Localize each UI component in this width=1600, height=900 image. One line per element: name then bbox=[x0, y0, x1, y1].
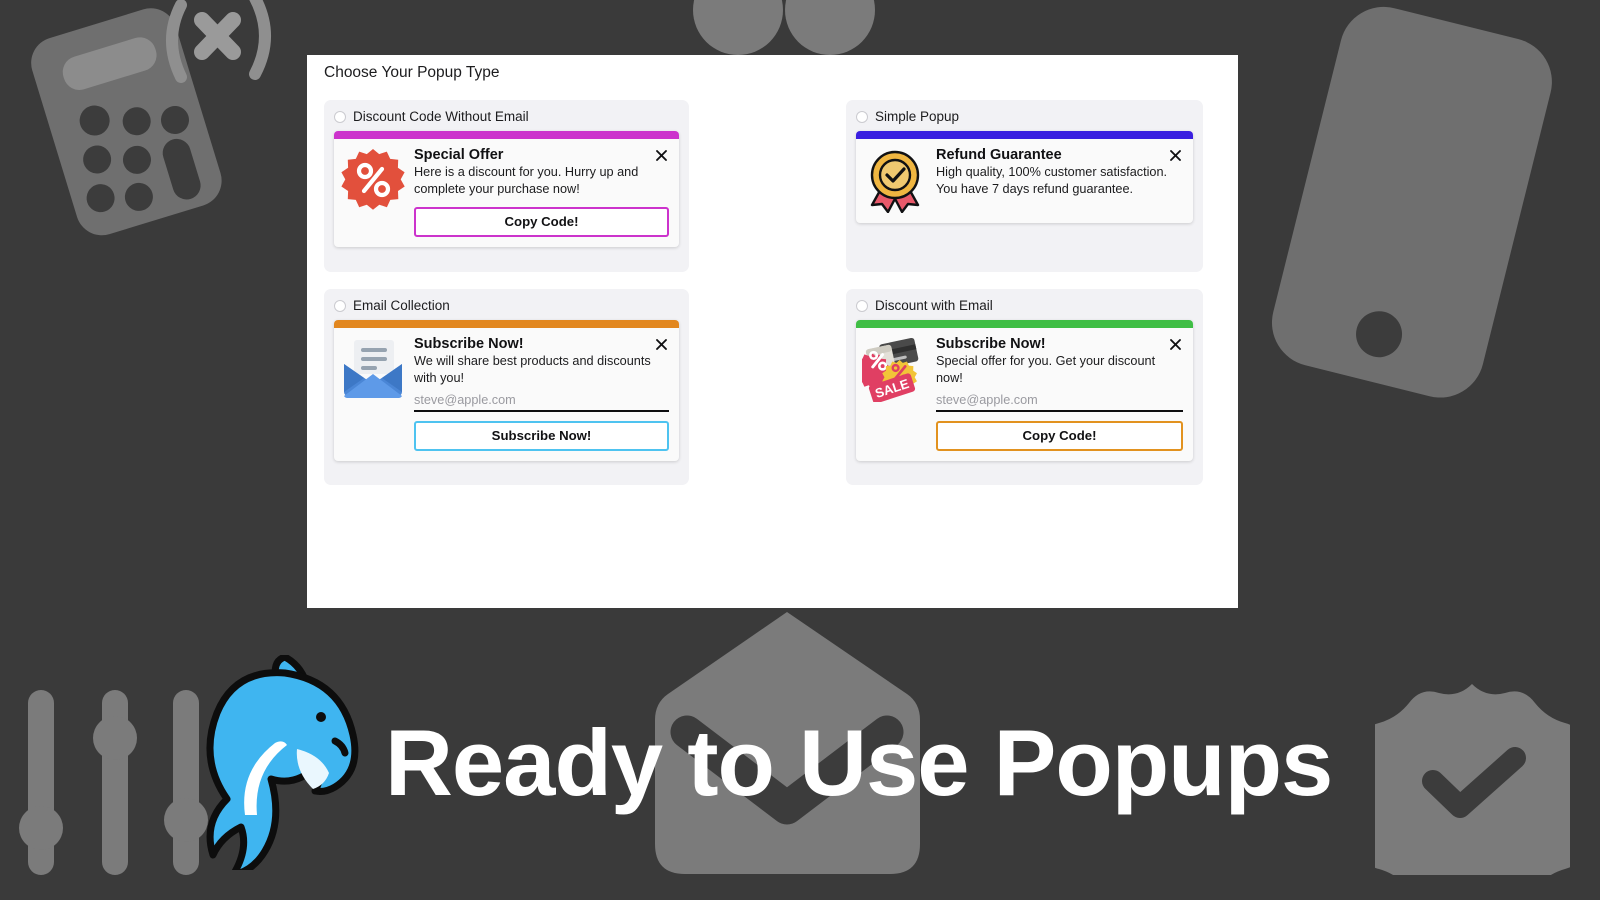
popup-title: Special Offer bbox=[414, 147, 504, 163]
sale-tag-icon: SALE bbox=[862, 336, 928, 402]
verified-badge-icon bbox=[1349, 680, 1595, 900]
award-medal-icon bbox=[862, 147, 928, 213]
radio-discount-with-email[interactable] bbox=[856, 299, 868, 312]
banner-title: Ready to Use Popups bbox=[385, 710, 1333, 815]
popup-title: Refund Guarantee bbox=[936, 147, 1062, 163]
option-label: Discount with Email bbox=[875, 298, 993, 313]
popup-accent-bar bbox=[856, 320, 1193, 328]
email-input[interactable]: steve@apple.com bbox=[936, 393, 1183, 412]
formula-x-icon bbox=[166, 0, 271, 83]
close-icon[interactable] bbox=[654, 337, 669, 352]
page-title: Choose Your Popup Type bbox=[324, 64, 500, 81]
radio-email-collection[interactable] bbox=[334, 299, 346, 312]
grid-gutter bbox=[689, 289, 846, 485]
percent-badge-icon bbox=[340, 147, 406, 213]
grid-gutter bbox=[689, 100, 846, 272]
option-card-discount-with-email[interactable]: Discount with Email SALE Subscribe Now! … bbox=[846, 289, 1203, 485]
close-icon[interactable] bbox=[1168, 148, 1183, 163]
popup-description: Here is a discount for you. Hurry up and… bbox=[414, 165, 639, 196]
grid-gutter bbox=[324, 272, 689, 289]
option-header[interactable]: Simple Popup bbox=[856, 109, 1193, 124]
option-card-discount-code-without-email[interactable]: Discount Code Without Email Special Offe… bbox=[324, 100, 689, 272]
radio-simple-popup[interactable] bbox=[856, 110, 868, 123]
circles-icon bbox=[690, 0, 880, 62]
screenshot-root: Ready to Use Popups Choose Your Popup Ty… bbox=[0, 0, 1600, 900]
option-label: Simple Popup bbox=[875, 109, 960, 124]
popup-title: Subscribe Now! bbox=[414, 336, 524, 352]
close-icon[interactable] bbox=[654, 148, 669, 163]
copy-code-button[interactable]: Copy Code! bbox=[414, 206, 669, 237]
popup-accent-bar bbox=[856, 131, 1193, 139]
option-card-email-collection[interactable]: Email Collection Subscribe Now! We will … bbox=[324, 289, 689, 485]
option-header[interactable]: Email Collection bbox=[334, 298, 679, 313]
dolphin-mascot-icon bbox=[205, 653, 375, 879]
smartphone-icon bbox=[1240, 0, 1580, 430]
popup-preview-email-collection: Subscribe Now! We will share best produc… bbox=[334, 320, 679, 461]
open-envelope-icon bbox=[340, 336, 406, 402]
popup-preview-refund-guarantee: Refund Guarantee High quality, 100% cust… bbox=[856, 131, 1193, 223]
popup-accent-bar bbox=[334, 131, 679, 139]
radio-discount-code-without-email[interactable] bbox=[334, 110, 346, 123]
popup-preview-special-offer: Special Offer Here is a discount for you… bbox=[334, 131, 679, 247]
copy-code-button[interactable]: Copy Code! bbox=[936, 420, 1183, 451]
sliders-icon bbox=[10, 690, 210, 875]
grid-gutter bbox=[689, 272, 846, 289]
popup-description: High quality, 100% customer satisfaction… bbox=[936, 165, 1168, 196]
option-header[interactable]: Discount with Email bbox=[856, 298, 1193, 313]
popup-description: Special offer for you. Get your discount… bbox=[936, 354, 1156, 385]
option-label: Email Collection bbox=[353, 298, 450, 313]
popup-title: Subscribe Now! bbox=[936, 336, 1046, 352]
popup-type-panel: Choose Your Popup Type Discount Code Wit… bbox=[307, 55, 1238, 608]
calculator-icon bbox=[0, 0, 290, 250]
popup-preview-discount-with-email: SALE Subscribe Now! Special offer for yo… bbox=[856, 320, 1193, 461]
popup-type-grid: Discount Code Without Email Special Offe… bbox=[324, 100, 1221, 485]
close-icon[interactable] bbox=[1168, 337, 1183, 352]
option-header[interactable]: Discount Code Without Email bbox=[334, 109, 679, 124]
option-label: Discount Code Without Email bbox=[353, 109, 529, 124]
popup-accent-bar bbox=[334, 320, 679, 328]
popup-description: We will share best products and discount… bbox=[414, 354, 651, 385]
grid-gutter bbox=[846, 272, 1203, 289]
option-card-simple-popup[interactable]: Simple Popup Refund Guarantee High quali… bbox=[846, 100, 1203, 272]
email-input[interactable]: steve@apple.com bbox=[414, 393, 669, 412]
subscribe-now-button[interactable]: Subscribe Now! bbox=[414, 420, 669, 451]
